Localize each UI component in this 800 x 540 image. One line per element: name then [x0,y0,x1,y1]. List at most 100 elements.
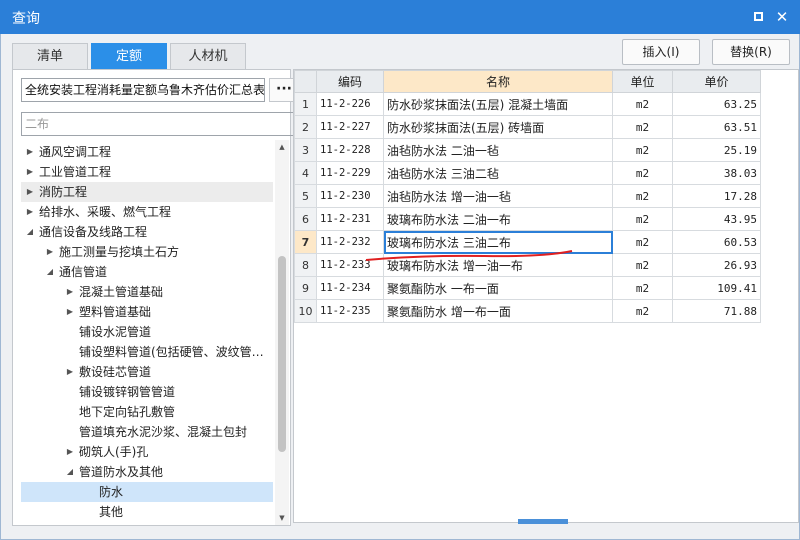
row-number[interactable]: 9 [294,276,317,300]
table-row[interactable]: 6 11-2-231 玻璃布防水法 二油一布 m2 43.95 [294,207,761,231]
code-cell[interactable]: 11-2-229 [316,161,384,185]
name-cell[interactable]: 油毡防水法 三油二毡 [383,161,613,185]
price-cell[interactable]: 38.03 [672,161,761,185]
row-number[interactable]: 8 [294,253,317,277]
name-cell[interactable]: 防水砂浆抹面法(五层) 混凝土墙面 [383,92,613,116]
tree-item[interactable]: ▶ 通风空调工程 [21,142,273,162]
code-cell[interactable]: 11-2-231 [316,207,384,231]
table-row[interactable]: 1 11-2-226 防水砂浆抹面法(五层) 混凝土墙面 m2 63.25 [294,92,761,116]
header-price[interactable]: 单价 [672,70,761,93]
tree-item[interactable]: ▶ 塑料管道基础 [21,302,273,322]
header-unit[interactable]: 单位 [612,70,673,93]
expanded-arrow-icon[interactable]: ◢ [25,222,35,242]
tree-item[interactable]: ▶ 消防工程 [21,182,273,202]
tree-item[interactable]: 地下定向钻孔敷管 [21,402,273,422]
tab-bill[interactable]: 清单 [12,43,88,69]
row-number[interactable]: 5 [294,184,317,208]
tree-item[interactable]: 铺设镀锌钢管管道 [21,382,273,402]
name-cell[interactable]: 聚氨酯防水 一布一面 [383,276,613,300]
header-name[interactable]: 名称 [383,70,613,93]
scroll-thumb[interactable] [278,256,286,452]
collapsed-arrow-icon[interactable]: ▶ [25,162,35,182]
unit-cell[interactable]: m2 [612,92,673,116]
table-row[interactable]: 2 11-2-227 防水砂浆抹面法(五层) 砖墙面 m2 63.51 [294,115,761,139]
tree-item[interactable]: ◢ 通信设备及线路工程 [21,222,273,242]
collapsed-arrow-icon[interactable]: ▶ [65,442,75,462]
row-number[interactable]: 4 [294,161,317,185]
price-cell[interactable]: 109.41 [672,276,761,300]
header-code[interactable]: 编码 [316,70,384,93]
price-cell[interactable]: 25.19 [672,138,761,162]
price-cell[interactable]: 17.28 [672,184,761,208]
unit-cell[interactable]: m2 [612,207,673,231]
tree-item[interactable]: ◢ 通信管道 [21,262,273,282]
tree-item[interactable]: 铺设塑料管道(包括硬管、波纹管… [21,342,273,362]
row-number[interactable]: 2 [294,115,317,139]
tab-labor-material-machine[interactable]: 人材机 [170,43,246,69]
row-number[interactable]: 6 [294,207,317,231]
tree-item[interactable]: ▶ 通信线路 [21,522,273,523]
collapsed-arrow-icon[interactable]: ▶ [65,362,75,382]
code-cell[interactable]: 11-2-228 [316,138,384,162]
tree-item[interactable]: 管道填充水泥沙浆、混凝土包封 [21,422,273,442]
expanded-arrow-icon[interactable]: ◢ [65,462,75,482]
row-number[interactable]: 3 [294,138,317,162]
price-cell[interactable]: 26.93 [672,253,761,277]
table-row[interactable]: 10 11-2-235 聚氨酯防水 增一布一面 m2 71.88 [294,299,761,323]
code-cell[interactable]: 11-2-234 [316,276,384,300]
table-row[interactable]: 4 11-2-229 油毡防水法 三油二毡 m2 38.03 [294,161,761,185]
price-cell[interactable]: 63.51 [672,115,761,139]
unit-cell[interactable]: m2 [612,253,673,277]
unit-cell[interactable]: m2 [612,138,673,162]
tree-item[interactable]: 防水 [21,482,273,502]
panel-splitter-handle[interactable] [518,519,568,524]
unit-cell[interactable]: m2 [612,184,673,208]
tree-item[interactable]: ▶ 给排水、采暖、燃气工程 [21,202,273,222]
unit-cell[interactable]: m2 [612,161,673,185]
scroll-down-icon[interactable]: ▼ [275,511,289,525]
code-cell[interactable]: 11-2-230 [316,184,384,208]
unit-cell[interactable]: m2 [612,299,673,323]
table-row[interactable]: 5 11-2-230 油毡防水法 增一油一毡 m2 17.28 [294,184,761,208]
price-cell[interactable]: 60.53 [672,230,761,254]
code-cell[interactable]: 11-2-235 [316,299,384,323]
row-number[interactable]: 7 [294,230,317,254]
library-field[interactable]: 全统安装工程消耗量定额乌鲁木齐估价汇总表 [21,78,265,102]
row-number[interactable]: 10 [294,299,317,323]
code-cell[interactable]: 11-2-227 [316,115,384,139]
tree-item[interactable]: ▶ 施工测量与挖填土石方 [21,242,273,262]
maximize-icon[interactable] [748,7,768,27]
scroll-up-icon[interactable]: ▲ [275,140,289,154]
collapsed-arrow-icon[interactable]: ▶ [65,282,75,302]
collapsed-arrow-icon[interactable]: ▶ [25,182,35,202]
close-icon[interactable]: ✕ [772,7,792,27]
unit-cell[interactable]: m2 [612,276,673,300]
replace-button[interactable]: 替换(R) [712,39,790,65]
tree-item[interactable]: ▶ 混凝土管道基础 [21,282,273,302]
price-cell[interactable]: 43.95 [672,207,761,231]
tree-item[interactable]: ▶ 工业管道工程 [21,162,273,182]
price-cell[interactable]: 71.88 [672,299,761,323]
collapsed-arrow-icon[interactable]: ▶ [45,242,55,262]
name-cell[interactable]: 油毡防水法 增一油一毡 [383,184,613,208]
code-cell[interactable]: 11-2-226 [316,92,384,116]
row-number[interactable]: 1 [294,92,317,116]
collapsed-arrow-icon[interactable]: ▶ [45,522,55,523]
name-cell[interactable]: 聚氨酯防水 增一布一面 [383,299,613,323]
tree-scrollbar[interactable]: ▲ ▼ [275,140,289,525]
collapsed-arrow-icon[interactable]: ▶ [65,302,75,322]
tree-item[interactable]: ▶ 砌筑人(手)孔 [21,442,273,462]
name-cell[interactable]: 玻璃布防水法 二油一布 [383,207,613,231]
table-row[interactable]: 9 11-2-234 聚氨酯防水 一布一面 m2 109.41 [294,276,761,300]
tree-item[interactable]: ◢ 管道防水及其他 [21,462,273,482]
tree-item[interactable]: 其他 [21,502,273,522]
unit-cell[interactable]: m2 [612,115,673,139]
collapsed-arrow-icon[interactable]: ▶ [25,202,35,222]
table-row[interactable]: 3 11-2-228 油毡防水法 二油一毡 m2 25.19 [294,138,761,162]
name-cell[interactable]: 防水砂浆抹面法(五层) 砖墙面 [383,115,613,139]
price-cell[interactable]: 63.25 [672,92,761,116]
insert-button[interactable]: 插入(I) [622,39,700,65]
tree-item[interactable]: 铺设水泥管道 [21,322,273,342]
tab-quota[interactable]: 定额 [91,43,167,69]
unit-cell[interactable]: m2 [612,230,673,254]
